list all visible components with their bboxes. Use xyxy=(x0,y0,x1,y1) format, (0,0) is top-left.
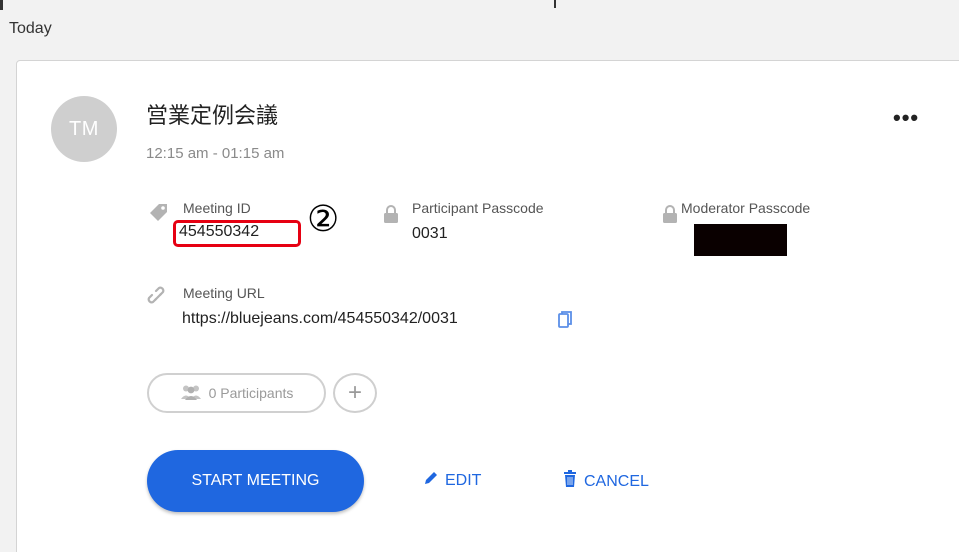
cancel-button[interactable]: CANCEL xyxy=(563,470,649,493)
tag-icon xyxy=(148,201,170,228)
more-options-button[interactable]: ••• xyxy=(893,105,919,131)
edit-label: EDIT xyxy=(445,471,482,489)
avatar: TM xyxy=(51,96,117,162)
meeting-url-label: Meeting URL xyxy=(183,285,265,301)
window-edge-left xyxy=(0,0,3,10)
add-participant-button[interactable]: + xyxy=(333,373,377,413)
annotation-highlight-box xyxy=(173,220,301,247)
participant-passcode-label: Participant Passcode xyxy=(412,200,544,216)
copy-icon[interactable] xyxy=(558,311,572,334)
lock-icon xyxy=(383,204,399,229)
meeting-url-link[interactable]: https://bluejeans.com/454550342/0031 xyxy=(182,310,458,328)
moderator-passcode-label: Moderator Passcode xyxy=(681,200,811,216)
participants-button[interactable]: 0 Participants xyxy=(147,373,326,413)
meeting-id-label: Meeting ID xyxy=(183,200,251,216)
meeting-title: 営業定例会議 xyxy=(146,103,279,128)
meeting-card: TM 営業定例会議 12:15 am - 01:15 am ••• Meetin… xyxy=(16,60,959,552)
link-icon xyxy=(147,286,169,313)
participants-label: 0 Participants xyxy=(208,385,294,401)
people-icon xyxy=(180,384,202,403)
annotation-marker: ② xyxy=(307,199,340,240)
window-edge-divider xyxy=(554,0,556,8)
participant-passcode-value: 0031 xyxy=(412,225,448,242)
day-heading: Today xyxy=(9,20,52,37)
redacted-moderator-passcode xyxy=(694,224,787,256)
lock-icon xyxy=(662,204,678,229)
meeting-time: 12:15 am - 01:15 am xyxy=(146,145,285,162)
start-meeting-button[interactable]: START MEETING xyxy=(147,450,364,512)
trash-icon xyxy=(563,470,577,493)
pencil-icon xyxy=(423,470,439,491)
edit-button[interactable]: EDIT xyxy=(423,470,481,491)
cancel-label: CANCEL xyxy=(584,472,649,490)
